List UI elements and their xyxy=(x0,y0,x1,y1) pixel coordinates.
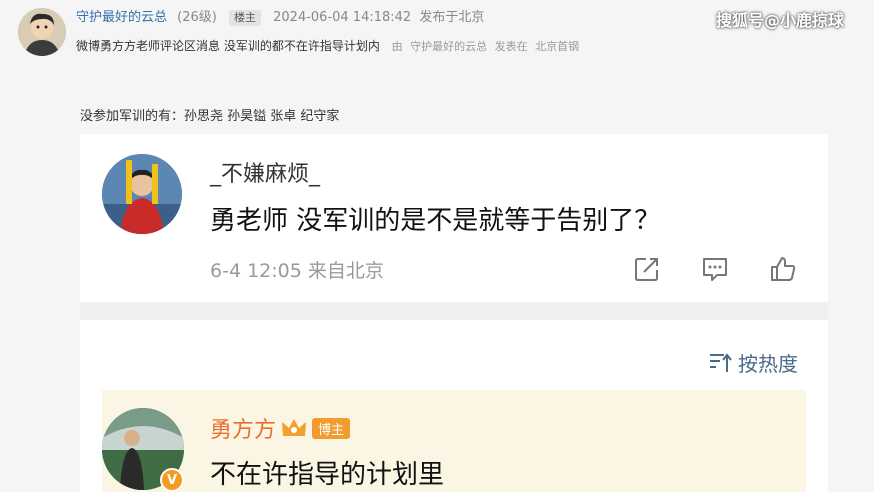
blogger-reply: V 勇方方 博主 不在许指导的计划里 xyxy=(102,390,806,492)
thumbs-up-icon[interactable] xyxy=(768,254,798,284)
blogger-name-row: 勇方方 博主 xyxy=(210,412,351,444)
post-timestamp: 2024-06-04 14:18:42 xyxy=(273,10,412,25)
comment-icon[interactable] xyxy=(700,254,730,284)
sort-icon xyxy=(710,352,732,372)
embedded-screenshot: _不嫌麻烦_ 勇老师 没军训的是不是就等于告别了？ 6-4 12:05 来自北京… xyxy=(80,134,828,492)
meta-published: 发表在 xyxy=(494,40,528,53)
commenter-avatar[interactable] xyxy=(102,154,182,234)
post-author-level: (26级) xyxy=(177,10,217,25)
post-author-avatar[interactable] xyxy=(18,8,66,56)
verified-badge: V xyxy=(160,468,184,492)
post-location: 发布于北京 xyxy=(419,10,485,25)
sort-label: 按热度 xyxy=(738,352,798,376)
post-meta: 由 守护最好的云总 发表在 北京首钢 xyxy=(388,40,580,53)
reply-text: 不在许指导的计划里 xyxy=(210,460,445,490)
comment-text: 勇老师 没军训的是不是就等于告别了？ xyxy=(210,206,661,236)
blogger-name[interactable]: 勇方方 xyxy=(210,412,276,444)
comment-meta: 6-4 12:05 来自北京 xyxy=(210,256,384,283)
post-title[interactable]: 微博勇方方老师评论区消息 没军训的都不在许指导计划内 xyxy=(76,39,380,53)
watermark: 搜狐号@小鹿掠球 xyxy=(716,11,845,30)
section-divider xyxy=(80,302,828,320)
meta-from: 由 xyxy=(391,40,403,53)
meta-board[interactable]: 北京首钢 xyxy=(535,40,579,53)
comment-actions xyxy=(632,254,798,284)
commenter-avatar-image xyxy=(102,154,182,234)
meta-author[interactable]: 守护最好的云总 xyxy=(410,40,487,53)
comment-location: 来自北京 xyxy=(307,260,384,282)
thread-owner-badge: 楼主 xyxy=(228,10,261,26)
post-body-text: 没参加军训的有：孙思尧 孙昊镒 张卓 纪守家 xyxy=(80,109,340,124)
post-author-link[interactable]: 守护最好的云总 xyxy=(76,10,167,25)
post-header: 守护最好的云总 (26级) 楼主 2024-06-04 14:18:42 发布于… xyxy=(76,10,484,26)
avatar-illustration xyxy=(18,8,66,56)
blogger-badge: 博主 xyxy=(312,417,351,439)
sort-by-hot-button[interactable]: 按热度 xyxy=(708,348,798,377)
comment-time: 6-4 12:05 xyxy=(210,260,302,282)
crown-icon xyxy=(282,419,307,436)
commenter-name[interactable]: _不嫌麻烦_ xyxy=(210,156,320,188)
post-title-line: 微博勇方方老师评论区消息 没军训的都不在许指导计划内 由 守护最好的云总 发表在… xyxy=(76,38,579,55)
share-icon[interactable] xyxy=(632,254,662,284)
